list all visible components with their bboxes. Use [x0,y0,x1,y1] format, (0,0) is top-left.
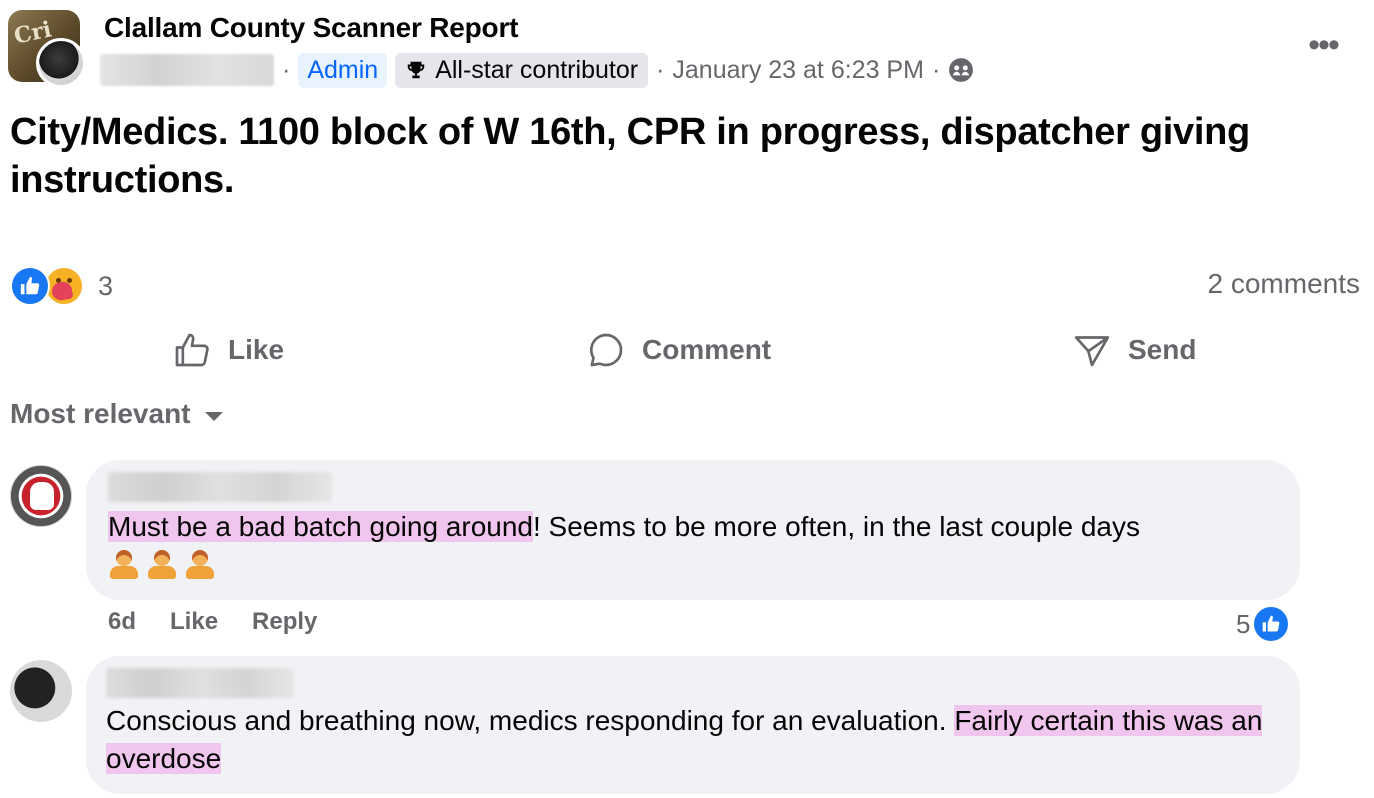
like-label: Like [228,334,285,365]
comment-reaction-count: 5 [1236,608,1251,639]
shrug-emoji-icon [184,548,216,580]
group-audience-icon[interactable] [948,57,974,83]
comment-bubble: Conscious and breathing now, medics resp… [86,656,1300,794]
comment-text: Conscious and breathing now, medics resp… [106,702,1282,778]
chevron-down-icon [204,411,223,421]
poster-avatar[interactable] [36,38,86,88]
commenter-avatar[interactable] [10,465,72,527]
more-options-button[interactable]: ••• [1300,26,1346,64]
post-body: City/Medics. 1100 block of W 16th, CPR i… [10,111,1250,201]
comment-button[interactable]: Comment [586,322,771,378]
group-name[interactable]: Clallam County Scanner Report [104,12,518,44]
like-reaction-icon [1252,605,1291,643]
send-icon [1074,336,1110,367]
send-label: Send [1128,334,1197,365]
separator: · [656,55,665,84]
comment-like-button[interactable]: Like [170,608,218,636]
reaction-count: 3 [98,270,114,301]
allstar-badge[interactable]: All-star contributor [395,52,649,88]
allstar-label: All-star contributor [435,55,639,84]
trophy-icon [407,61,425,79]
separator: · [282,55,291,84]
admin-badge[interactable]: Admin [298,52,388,88]
comment-reply-button[interactable]: Reply [252,608,317,636]
care-reaction-icon [44,266,84,306]
shrug-emoji-row [108,548,216,580]
commenter-name-redacted[interactable] [106,668,294,698]
sort-label: Most relevant [10,398,191,429]
like-button[interactable]: Like [172,322,284,378]
comment-age[interactable]: 6d [108,608,136,636]
highlighted-text: Must be a bad batch going around [108,511,533,542]
post-timestamp[interactable]: January 23 at 6:23 PM [672,56,924,85]
comment-actions: 6d Like Reply [108,608,317,636]
send-button[interactable]: Send [1072,322,1196,378]
comment-reactions[interactable]: 5 [1236,605,1291,643]
action-bar: Like Comment Send [0,322,1374,378]
commenter-name-redacted[interactable] [108,472,332,502]
more-options-icon: ••• [1308,26,1340,64]
comment-text: Must be a bad batch going around! Seems … [108,508,1278,590]
comment-bubble-icon [590,333,623,367]
like-reaction-icon [10,266,50,306]
comment-bubble: Must be a bad batch going around! Seems … [86,460,1300,600]
shrug-emoji-icon [146,548,178,580]
comment-sort-dropdown[interactable]: Most relevant [10,398,223,430]
comments-count[interactable]: 2 comments [1208,268,1361,300]
commenter-avatar[interactable] [10,660,72,722]
comment-text-rest: ! Seems to be more often, in the last co… [532,511,1140,542]
separator: · [931,55,941,84]
comment-text-rest: Conscious and breathing now, medics resp… [106,705,955,736]
reactions-summary[interactable]: 3 [10,266,113,306]
thumbs-up-icon [175,333,209,367]
poster-name-redacted[interactable] [100,54,274,86]
comment-label: Comment [642,334,772,365]
post-meta: · Admin All-star contributor · January 2… [100,50,974,90]
shrug-emoji-icon [108,548,140,580]
